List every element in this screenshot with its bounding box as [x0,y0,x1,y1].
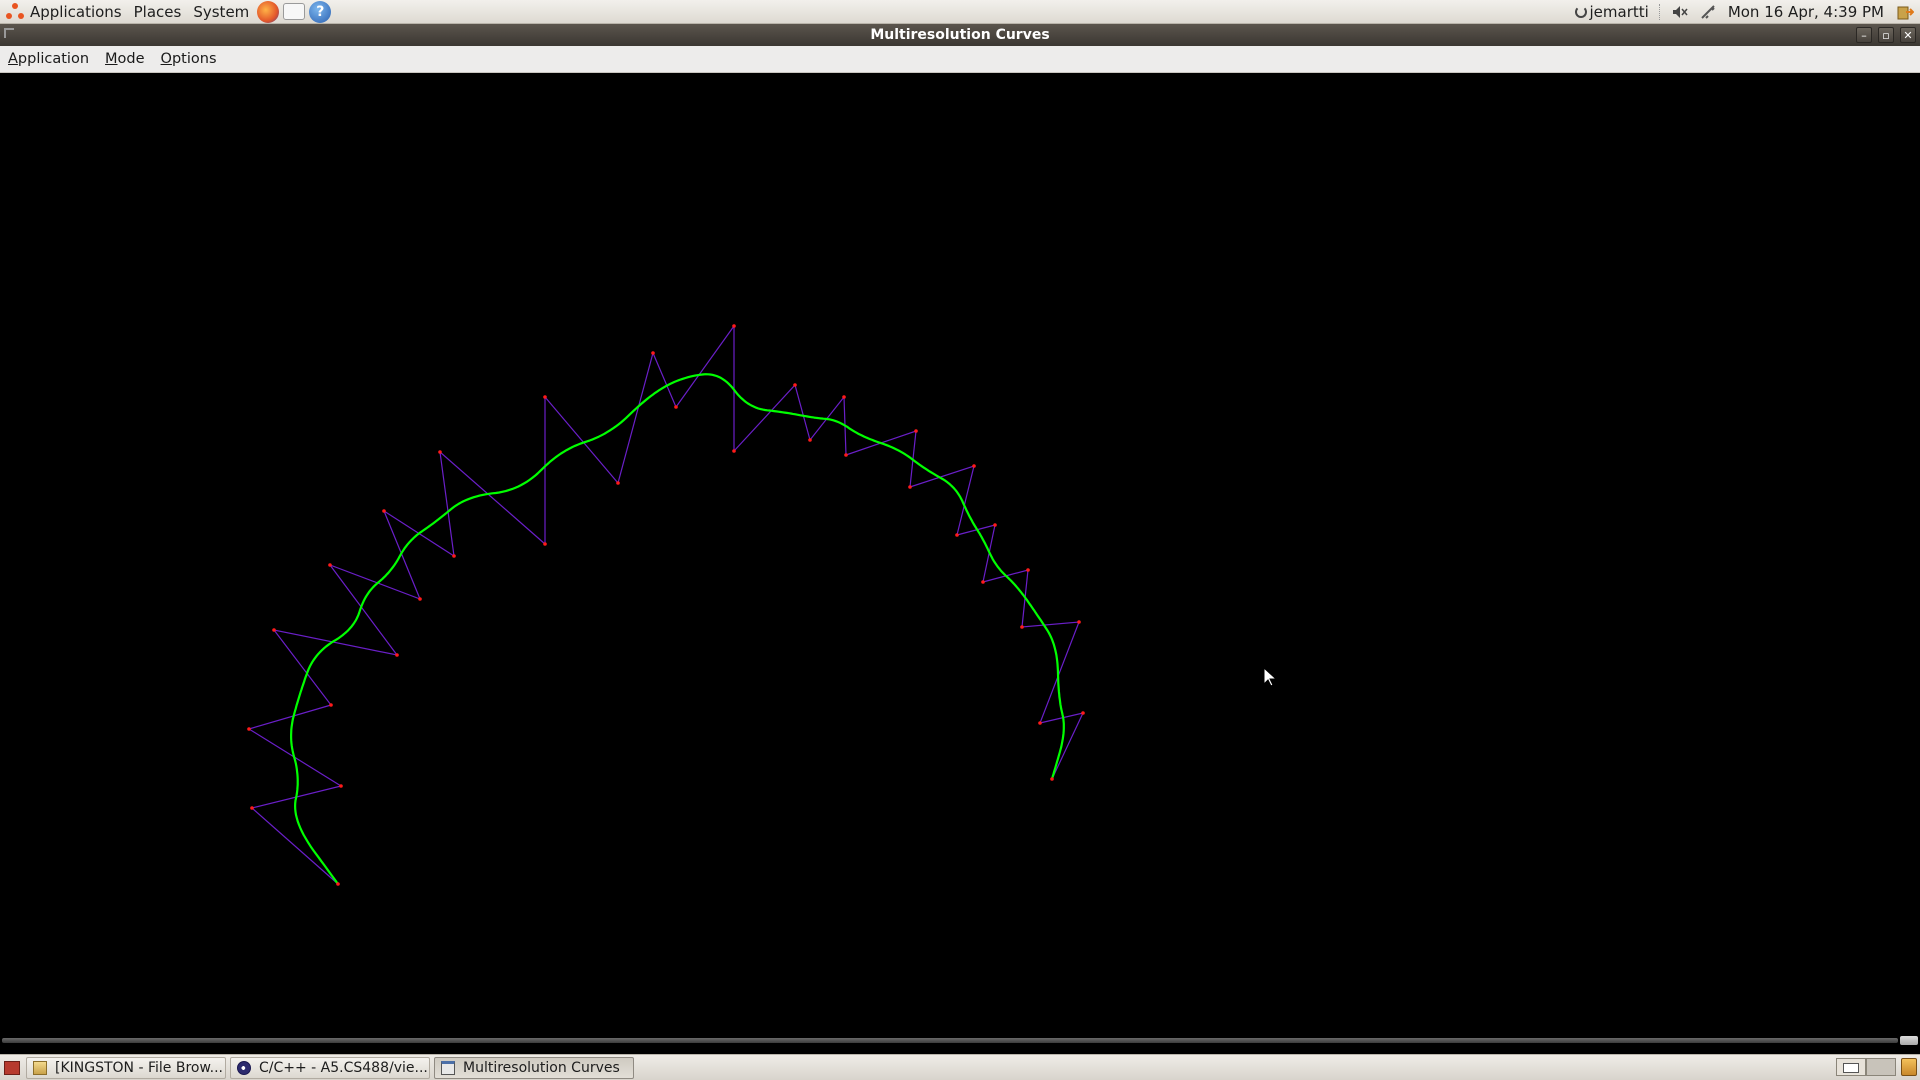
window-titlebar[interactable]: Multiresolution Curves – ▫ ✕ [0,24,1920,46]
menu-options[interactable]: Options [153,51,225,67]
control-point[interactable] [972,464,976,468]
workspace-2[interactable] [1866,1058,1896,1076]
top-panel: Applications Places System ? jemartti Mo… [0,0,1920,24]
control-point[interactable] [543,542,547,546]
maximize-button[interactable]: ▫ [1878,27,1894,43]
scrollbar-track[interactable] [2,1038,1898,1043]
control-point[interactable] [1038,721,1042,725]
applications-menu[interactable]: Applications [0,0,128,24]
control-point[interactable] [955,533,959,537]
minimize-button[interactable]: – [1856,27,1872,43]
volume-icon[interactable] [1672,5,1688,19]
control-point[interactable] [328,563,332,567]
control-point[interactable] [732,324,736,328]
control-point[interactable] [395,653,399,657]
control-point[interactable] [981,580,985,584]
logout-icon[interactable] [1896,3,1914,21]
applications-menu-label: Applications [30,2,122,21]
task-multiresolution-curves[interactable]: Multiresolution Curves [434,1056,634,1079]
eclipse-icon [237,1060,251,1075]
workspace-switcher[interactable] [1836,1058,1896,1076]
task-label: [KINGSTON - File Brow... [55,1059,223,1076]
control-point[interactable] [452,554,456,558]
control-point[interactable] [651,351,655,355]
panel-separator [1658,4,1662,20]
bottom-panel: [KINGSTON - File Brow... C/C++ - A5.CS48… [0,1054,1920,1080]
control-point[interactable] [732,449,736,453]
system-menu-label: System [193,2,250,21]
window-icon [441,1060,455,1075]
control-point[interactable] [993,523,997,527]
scrollbar-thumb[interactable] [1900,1036,1918,1045]
help-icon[interactable]: ? [309,0,332,23]
control-point[interactable] [543,395,547,399]
task-label: C/C++ - A5.CS488/vie... [259,1059,428,1076]
control-point[interactable] [329,703,333,707]
window-menu-icon[interactable] [4,28,14,38]
menu-mode[interactable]: Mode [97,51,153,67]
task-label: Multiresolution Curves [463,1059,620,1076]
mail-icon[interactable] [283,3,306,20]
workspace-1[interactable] [1836,1058,1866,1076]
menu-application[interactable]: Application [0,51,97,67]
control-point[interactable] [272,628,276,632]
ubuntu-logo-icon [6,2,24,21]
control-point[interactable] [793,383,797,387]
control-point[interactable] [1050,777,1054,781]
control-point[interactable] [438,450,442,454]
task-eclipse[interactable]: C/C++ - A5.CS488/vie... [230,1056,430,1079]
mouse-pointer-icon [1263,666,1278,691]
power-icon [1574,6,1587,18]
control-point[interactable] [808,438,812,442]
horizontal-scrollbar[interactable] [0,1035,1920,1047]
control-point[interactable] [1081,711,1085,715]
control-point[interactable] [247,727,251,731]
folder-icon [33,1060,47,1075]
user-name: jemartti [1589,3,1649,21]
places-menu[interactable]: Places [128,0,188,24]
curve-drawing [247,324,1085,886]
control-point[interactable] [418,597,422,601]
control-point[interactable] [674,405,678,409]
multiresolution-curve [290,373,1065,885]
clock[interactable]: Mon 16 Apr, 4:39 PM [1728,3,1884,21]
control-polygon [247,324,1085,885]
system-menu[interactable]: System [187,0,255,24]
show-desktop-button[interactable] [4,1060,20,1075]
control-point[interactable] [339,784,343,788]
control-point[interactable] [616,481,620,485]
control-point[interactable] [844,453,848,457]
close-button[interactable]: ✕ [1900,27,1916,43]
control-point[interactable] [1020,625,1024,629]
task-file-browser[interactable]: [KINGSTON - File Brow... [26,1056,226,1079]
control-point[interactable] [908,485,912,489]
trash-icon[interactable] [1901,1058,1917,1076]
control-point[interactable] [382,509,386,513]
places-menu-label: Places [133,2,182,21]
control-point[interactable] [250,806,254,810]
firefox-icon[interactable] [257,0,280,23]
control-point[interactable] [1026,568,1030,572]
user-switcher[interactable]: jemartti [1574,3,1649,21]
window-title: Multiresolution Curves [870,27,1050,43]
control-point[interactable] [336,882,340,886]
control-point[interactable] [914,429,918,433]
app-menubar: Application Mode Options [0,46,1920,73]
drawing-canvas[interactable] [0,73,1920,1035]
network-icon[interactable] [1700,4,1716,20]
control-point[interactable] [1077,620,1081,624]
control-point[interactable] [842,395,846,399]
